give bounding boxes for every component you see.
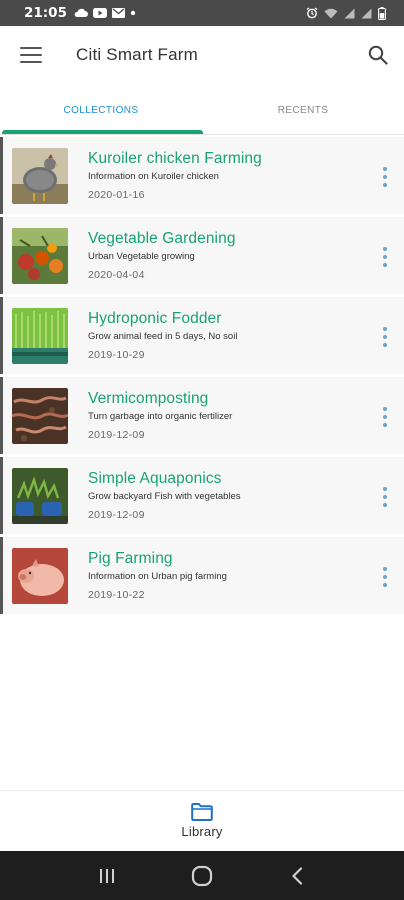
home-icon[interactable] xyxy=(182,861,222,891)
hamburger-menu-icon[interactable] xyxy=(18,45,44,65)
item-date: 2020-04-04 xyxy=(88,269,145,281)
app-bar: Citi Smart Farm xyxy=(0,26,404,84)
more-options-icon[interactable] xyxy=(382,167,388,187)
tomatoes-thumbnail xyxy=(12,227,68,284)
item-title: Pig Farming xyxy=(88,550,173,567)
item-title: Vegetable Gardening xyxy=(88,230,236,247)
tab-recents[interactable]: RECENTS xyxy=(202,84,404,136)
nav-library[interactable]: Library xyxy=(181,791,222,851)
back-icon[interactable] xyxy=(277,861,317,891)
item-title: Simple Aquaponics xyxy=(88,470,222,487)
item-description: Grow backyard Fish with vegetables xyxy=(88,491,241,502)
item-date: 2019-12-09 xyxy=(88,509,145,521)
item-info: Vegetable Gardening Urban Vegetable grow… xyxy=(88,229,236,282)
folder-icon xyxy=(191,803,213,821)
item-info: Vermicomposting Turn garbage into organi… xyxy=(88,389,232,442)
list-item[interactable]: Vermicomposting Turn garbage into organi… xyxy=(0,377,404,454)
item-description: Information on Kuroiler chicken xyxy=(88,171,219,182)
signal-icon xyxy=(344,8,355,18)
item-info: Hydroponic Fodder Grow animal feed in 5 … xyxy=(88,309,237,362)
item-description: Grow animal feed in 5 days, No soil xyxy=(88,331,238,342)
item-title: Hydroponic Fodder xyxy=(88,310,222,327)
item-info: Pig Farming Information on Urban pig far… xyxy=(88,549,227,602)
item-title: Kuroiler chicken Farming xyxy=(88,150,262,167)
chicken-thumbnail xyxy=(12,147,68,204)
more-options-icon[interactable] xyxy=(382,247,388,267)
alarm-icon xyxy=(306,7,318,19)
hydroponic-thumbnail xyxy=(12,307,68,364)
tab-collections[interactable]: COLLECTIONS xyxy=(0,84,202,136)
more-options-icon[interactable] xyxy=(382,407,388,427)
vermicompost-thumbnail xyxy=(12,387,68,444)
status-bar: 21:05 xyxy=(0,0,404,26)
item-date: 2020-01-16 xyxy=(88,189,145,201)
dot-icon xyxy=(130,10,136,16)
tab-bar: COLLECTIONS RECENTS xyxy=(0,84,404,136)
aquaponics-thumbnail xyxy=(12,467,68,524)
list-item[interactable]: Simple Aquaponics Grow backyard Fish wit… xyxy=(0,457,404,534)
more-options-icon[interactable] xyxy=(382,487,388,507)
system-navigation-bar xyxy=(0,851,404,900)
more-options-icon[interactable] xyxy=(382,567,388,587)
status-left-icons xyxy=(74,8,136,18)
list-item[interactable]: Vegetable Gardening Urban Vegetable grow… xyxy=(0,217,404,294)
nav-label: Library xyxy=(181,824,223,839)
pig-thumbnail xyxy=(12,547,68,604)
status-time: 21:05 xyxy=(24,5,67,21)
more-options-icon[interactable] xyxy=(382,327,388,347)
item-date: 2019-10-29 xyxy=(88,349,145,361)
item-description: Turn garbage into organic fertilizer xyxy=(88,411,233,422)
item-date: 2019-12-09 xyxy=(88,429,145,441)
recent-apps-icon[interactable] xyxy=(87,861,127,891)
list-item[interactable]: Pig Farming Information on Urban pig far… xyxy=(0,537,404,614)
item-title: Vermicomposting xyxy=(88,390,209,407)
bottom-navigation: Library xyxy=(0,790,404,851)
item-info: Simple Aquaponics Grow backyard Fish wit… xyxy=(88,469,241,522)
list-item[interactable]: Kuroiler chicken Farming Information on … xyxy=(0,137,404,214)
tab-divider xyxy=(0,134,404,135)
battery-icon xyxy=(378,6,386,20)
item-info: Kuroiler chicken Farming Information on … xyxy=(88,149,262,202)
cloud-icon xyxy=(74,8,88,17)
item-description: Information on Urban pig farming xyxy=(88,571,227,582)
mail-icon xyxy=(111,8,125,18)
youtube-icon xyxy=(92,8,107,18)
signal-icon xyxy=(361,8,372,18)
wifi-icon xyxy=(324,8,338,18)
list-item[interactable]: Hydroponic Fodder Grow animal feed in 5 … xyxy=(0,297,404,374)
item-date: 2019-10-22 xyxy=(88,589,145,601)
collections-list: Kuroiler chicken Farming Information on … xyxy=(0,137,404,617)
search-icon[interactable] xyxy=(366,43,390,67)
status-right-icons xyxy=(306,6,386,20)
item-description: Urban Vegetable growing xyxy=(88,251,195,262)
app-title: Citi Smart Farm xyxy=(76,45,198,64)
